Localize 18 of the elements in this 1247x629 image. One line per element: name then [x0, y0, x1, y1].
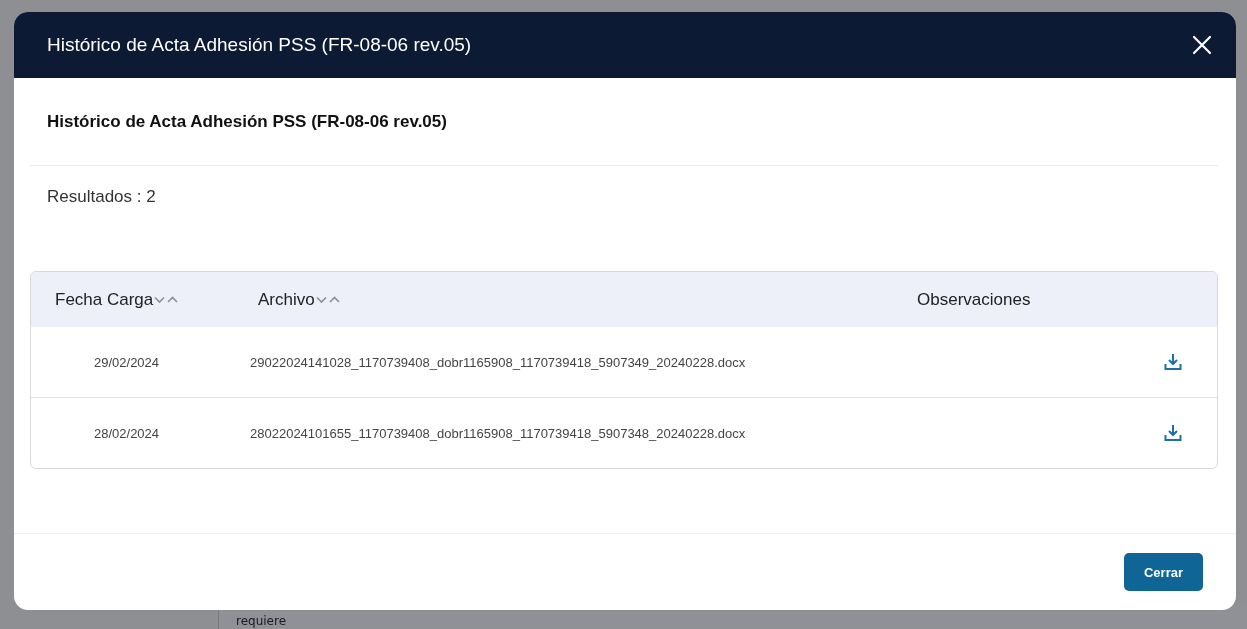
table-cell: 29022024141028_1170739408_dobr1165908_1170739418_5907349_20240228.docx: [250, 354, 746, 370]
column-header: Fecha Carga: [55, 289, 154, 310]
dialog-title: Histórico de Acta Adhesión PSS (FR-08-06 rev.05): [47, 34, 472, 56]
download-icon[interactable]: [1164, 353, 1182, 371]
close-button[interactable]: [1192, 35, 1212, 55]
sort-icon[interactable]: [315, 294, 340, 305]
table-cell: 29/02/2024: [94, 354, 160, 370]
table-cell: 28022024101655_1170739408_dobr1165908_1170739418_5907348_20240228.docx: [250, 425, 746, 441]
close-dialog-button[interactable]: Cerrar: [1124, 553, 1203, 591]
section-title: Histórico de Acta Adhesión PSS (FR-08-06 rev.05): [46, 111, 448, 133]
close-icon: [1192, 35, 1212, 55]
background-text: requiere: [236, 615, 287, 628]
column-header: Archivo: [258, 289, 315, 310]
table-cell: 28/02/2024: [94, 425, 160, 441]
column-header: Observaciones: [917, 289, 1031, 310]
download-icon[interactable]: [1164, 424, 1182, 442]
sort-icon[interactable]: [154, 294, 179, 305]
results-count: Resultados : 2: [46, 186, 157, 208]
